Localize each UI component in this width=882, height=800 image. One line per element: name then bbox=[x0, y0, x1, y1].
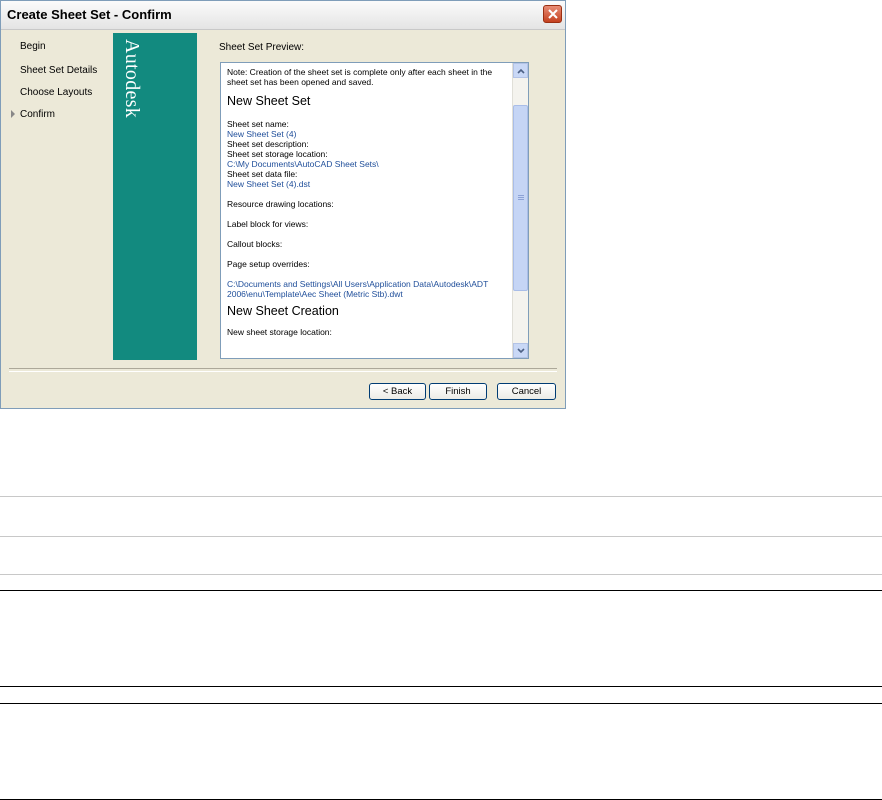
autodesk-logo-text: Autodesk bbox=[121, 39, 143, 119]
back-button[interactable]: < Back bbox=[369, 383, 426, 400]
scroll-down-button[interactable] bbox=[513, 343, 528, 358]
current-step-arrow-icon bbox=[11, 110, 15, 118]
finish-button[interactable]: Finish bbox=[429, 383, 487, 400]
divider bbox=[0, 590, 882, 591]
close-button[interactable] bbox=[543, 5, 562, 23]
divider bbox=[0, 574, 882, 575]
sheet-set-name-value: New Sheet Set (4) bbox=[227, 129, 297, 139]
sheet-set-storage-value: C:\My Documents\AutoCAD Sheet Sets\ bbox=[227, 159, 379, 169]
sheet-set-preview-box[interactable]: Note: Creation of the sheet set is compl… bbox=[220, 62, 529, 359]
preview-scrollbar[interactable] bbox=[512, 63, 528, 358]
wizard-step-label: Confirm bbox=[20, 109, 56, 120]
divider bbox=[0, 686, 882, 687]
wizard-step-label: Sheet Set Details bbox=[20, 65, 98, 76]
page-setup-overrides-label: Page setup overrides: bbox=[227, 259, 310, 269]
creation-note: Note: Creation of the sheet set is compl… bbox=[227, 67, 493, 87]
new-sheet-set-heading: New Sheet Set bbox=[227, 94, 311, 108]
sheet-set-description-label: Sheet set description: bbox=[227, 139, 309, 149]
chevron-up-icon bbox=[517, 68, 525, 74]
label-block-label: Label block for views: bbox=[227, 219, 309, 229]
divider bbox=[0, 536, 882, 537]
cancel-button[interactable]: Cancel bbox=[497, 383, 556, 400]
sheet-set-name-label: Sheet set name: bbox=[227, 119, 289, 129]
divider bbox=[0, 496, 882, 497]
scroll-thumb[interactable] bbox=[513, 105, 528, 291]
callout-blocks-label: Callout blocks: bbox=[227, 239, 283, 249]
sheet-set-data-file-value: New Sheet Set (4).dst bbox=[227, 179, 311, 189]
preview-content: Note: Creation of the sheet set is compl… bbox=[227, 67, 511, 337]
divider bbox=[0, 703, 882, 704]
title-bar[interactable]: Create Sheet Set - Confirm bbox=[1, 1, 565, 30]
sheet-set-data-file-label: Sheet set data file: bbox=[227, 169, 298, 179]
wizard-step-label: Begin bbox=[20, 41, 46, 52]
wizard-step-label: Choose Layouts bbox=[20, 87, 93, 98]
autodesk-banner: Autodesk bbox=[113, 33, 197, 360]
sheet-set-storage-label: Sheet set storage location: bbox=[227, 149, 328, 159]
chevron-down-icon bbox=[517, 348, 525, 354]
new-sheet-creation-heading: New Sheet Creation bbox=[227, 304, 339, 318]
resource-drawing-locations-label: Resource drawing locations: bbox=[227, 199, 334, 209]
create-sheet-set-dialog: Create Sheet Set - Confirm Begin Sheet S… bbox=[0, 0, 566, 409]
scroll-up-button[interactable] bbox=[513, 63, 528, 78]
page-setup-overrides-value: C:\Documents and Settings\All Users\Appl… bbox=[227, 279, 489, 299]
button-separator bbox=[9, 368, 557, 372]
new-sheet-storage-label: New sheet storage location: bbox=[227, 327, 332, 337]
window-title: Create Sheet Set - Confirm bbox=[7, 7, 172, 22]
close-icon bbox=[548, 9, 558, 19]
sheet-set-preview-label: Sheet Set Preview: bbox=[219, 42, 305, 53]
autodesk-logo: Autodesk bbox=[121, 39, 143, 189]
